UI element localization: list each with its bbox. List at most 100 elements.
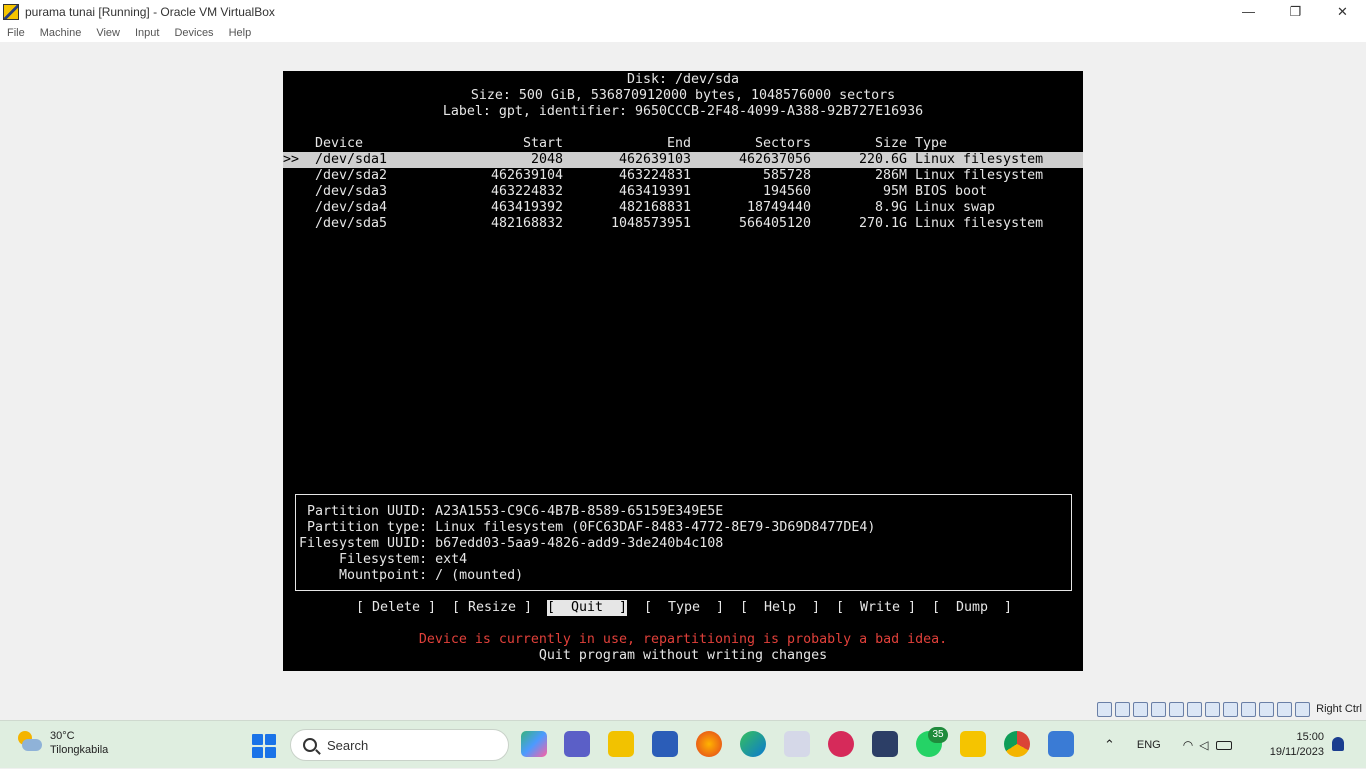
display-icon[interactable] bbox=[1205, 701, 1221, 717]
type-button[interactable]: [ Type ] bbox=[644, 600, 724, 616]
start-button[interactable] bbox=[252, 734, 276, 758]
partition-size: 8.9G bbox=[874, 200, 907, 215]
partition-type: Linux swap bbox=[915, 200, 996, 215]
partition-device: /dev/sda1 bbox=[315, 152, 388, 167]
header-size: Size bbox=[874, 136, 907, 151]
menu-file[interactable]: File bbox=[7, 27, 25, 39]
partition-type: Linux filesystem bbox=[915, 152, 1044, 167]
cpu-icon[interactable] bbox=[1241, 701, 1257, 717]
hard-disk-icon[interactable] bbox=[1097, 701, 1113, 717]
close-button[interactable]: ✕ bbox=[1319, 0, 1366, 23]
partition-row[interactable]: /dev/sda3 463224832 463419391 194560 95M… bbox=[283, 184, 1083, 200]
partition-device: /dev/sda4 bbox=[315, 200, 388, 215]
partly-cloudy-icon bbox=[16, 731, 44, 755]
partition-end: 463419391 bbox=[618, 184, 691, 199]
partition-row[interactable]: /dev/sda2 462639104 463224831 585728 286… bbox=[283, 168, 1083, 184]
clock-date: 19/11/2023 bbox=[1269, 746, 1324, 758]
chevron-up-icon[interactable]: ⌃ bbox=[1104, 737, 1115, 753]
whatsapp-badge: 35 bbox=[928, 727, 948, 743]
partition-row[interactable]: >> /dev/sda1 2048 462639103 462637056 22… bbox=[283, 152, 1083, 168]
photos-app-icon[interactable] bbox=[1048, 731, 1074, 757]
menu-input[interactable]: Input bbox=[135, 27, 159, 39]
partition-end: 463224831 bbox=[618, 168, 691, 183]
keyboard-icon[interactable] bbox=[1277, 701, 1293, 717]
notification-bell-icon[interactable] bbox=[1332, 737, 1344, 751]
partition-sectors: 585728 bbox=[762, 168, 811, 183]
chrome-icon[interactable] bbox=[1004, 731, 1030, 757]
quit-button[interactable]: [ Quit ] bbox=[547, 600, 628, 616]
header-device: Device bbox=[315, 136, 364, 151]
virtualbox-running-icon[interactable] bbox=[960, 731, 986, 757]
disk-label-line: Label: gpt, identifier: 9650CCCB-2F48-40… bbox=[442, 104, 924, 119]
optical-drive-icon[interactable] bbox=[1115, 701, 1131, 717]
partition-type: Linux filesystem bbox=[915, 168, 1044, 183]
shared-folders-icon[interactable] bbox=[1187, 701, 1203, 717]
partition-device: /dev/sda3 bbox=[315, 184, 388, 199]
partition-start: 462639104 bbox=[490, 168, 563, 183]
system-tray: ⌃ ENG ◠ ◁ bbox=[1104, 721, 1233, 769]
edge-icon[interactable] bbox=[740, 731, 766, 757]
partition-table-header: Device Start End Sectors Size Type bbox=[283, 136, 1083, 152]
audio-icon[interactable] bbox=[1133, 701, 1149, 717]
header-start: Start bbox=[522, 136, 563, 151]
info-mountpoint: Mountpoint: / (mounted) bbox=[299, 568, 524, 583]
vbox-status-bar: Right Ctrl bbox=[1097, 698, 1366, 720]
restore-button[interactable]: ❐ bbox=[1272, 0, 1319, 23]
language-indicator[interactable]: ENG bbox=[1137, 739, 1161, 751]
cube-app-icon[interactable] bbox=[652, 731, 678, 757]
volume-icon[interactable]: ◁ bbox=[1199, 738, 1208, 752]
firefox-icon[interactable] bbox=[696, 731, 722, 757]
copilot-app-icon[interactable] bbox=[521, 731, 547, 757]
partition-start: 463419392 bbox=[490, 200, 563, 215]
wifi-icon[interactable]: ◠ bbox=[1183, 738, 1193, 752]
partition-row[interactable]: /dev/sda4 463419392 482168831 18749440 8… bbox=[283, 200, 1083, 216]
network-icon[interactable] bbox=[1151, 701, 1167, 717]
partition-row[interactable]: /dev/sda5 482168832 1048573951 566405120… bbox=[283, 216, 1083, 232]
partition-device: /dev/sda2 bbox=[315, 168, 388, 183]
window-titlebar: purama tunai [Running] - Oracle VM Virtu… bbox=[0, 0, 1366, 23]
usb-icon[interactable] bbox=[1169, 701, 1185, 717]
partition-type: Linux filesystem bbox=[915, 216, 1044, 231]
row-cursor: >> bbox=[283, 152, 300, 167]
partition-start: 2048 bbox=[530, 152, 563, 167]
vm-console-screen[interactable]: Disk: /dev/sda Size: 500 GiB, 5368709120… bbox=[283, 71, 1083, 671]
header-end: End bbox=[666, 136, 691, 151]
warning-message: Device is currently in use, repartitioni… bbox=[418, 632, 948, 647]
partition-sectors: 462637056 bbox=[738, 152, 811, 167]
partition-end: 1048573951 bbox=[610, 216, 691, 231]
resize-button[interactable]: [ Resize ] bbox=[452, 600, 532, 616]
menu-bar: File Machine View Input Devices Help bbox=[0, 23, 1366, 42]
battery-icon[interactable] bbox=[1216, 740, 1233, 750]
host-key-arrow-icon[interactable] bbox=[1295, 701, 1311, 717]
dump-button[interactable]: [ Dump ] bbox=[932, 600, 1012, 616]
menu-help[interactable]: Help bbox=[229, 27, 252, 39]
teams-app-icon[interactable] bbox=[564, 731, 590, 757]
mouse-integration-icon[interactable] bbox=[1259, 701, 1275, 717]
weather-widget[interactable]: 30°C Tilongkabila bbox=[16, 729, 108, 757]
taskbar-search[interactable]: Search bbox=[290, 729, 509, 761]
header-sectors: Sectors bbox=[754, 136, 811, 151]
info-partition-uuid: Partition UUID: A23A1553-C9C6-4B7B-8589-… bbox=[299, 504, 724, 519]
write-button[interactable]: [ Write ] bbox=[836, 600, 916, 616]
menu-view[interactable]: View bbox=[96, 27, 120, 39]
partition-size: 95M bbox=[882, 184, 907, 199]
recording-icon[interactable] bbox=[1223, 701, 1239, 717]
partition-end: 462639103 bbox=[618, 152, 691, 167]
minimize-button[interactable]: — bbox=[1225, 0, 1272, 23]
file-explorer-icon[interactable] bbox=[608, 731, 634, 757]
wps-office-icon[interactable] bbox=[828, 731, 854, 757]
menu-machine[interactable]: Machine bbox=[40, 27, 82, 39]
partition-sectors: 18749440 bbox=[746, 200, 811, 215]
system-clock[interactable]: 15:00 19/11/2023 bbox=[1270, 730, 1324, 760]
window-title: purama tunai [Running] - Oracle VM Virtu… bbox=[25, 4, 275, 19]
virtualbox-taskbar-icon[interactable] bbox=[872, 731, 898, 757]
hint-message: Quit program without writing changes bbox=[538, 648, 828, 663]
snipping-tool-icon[interactable] bbox=[784, 731, 810, 757]
partition-size: 270.1G bbox=[858, 216, 907, 231]
help-button[interactable]: [ Help ] bbox=[740, 600, 820, 616]
partition-end: 482168831 bbox=[618, 200, 691, 215]
partition-device: /dev/sda5 bbox=[315, 216, 388, 231]
disk-line: Disk: /dev/sda bbox=[626, 72, 740, 87]
delete-button[interactable]: [ Delete ] bbox=[356, 600, 436, 616]
menu-devices[interactable]: Devices bbox=[174, 27, 213, 39]
